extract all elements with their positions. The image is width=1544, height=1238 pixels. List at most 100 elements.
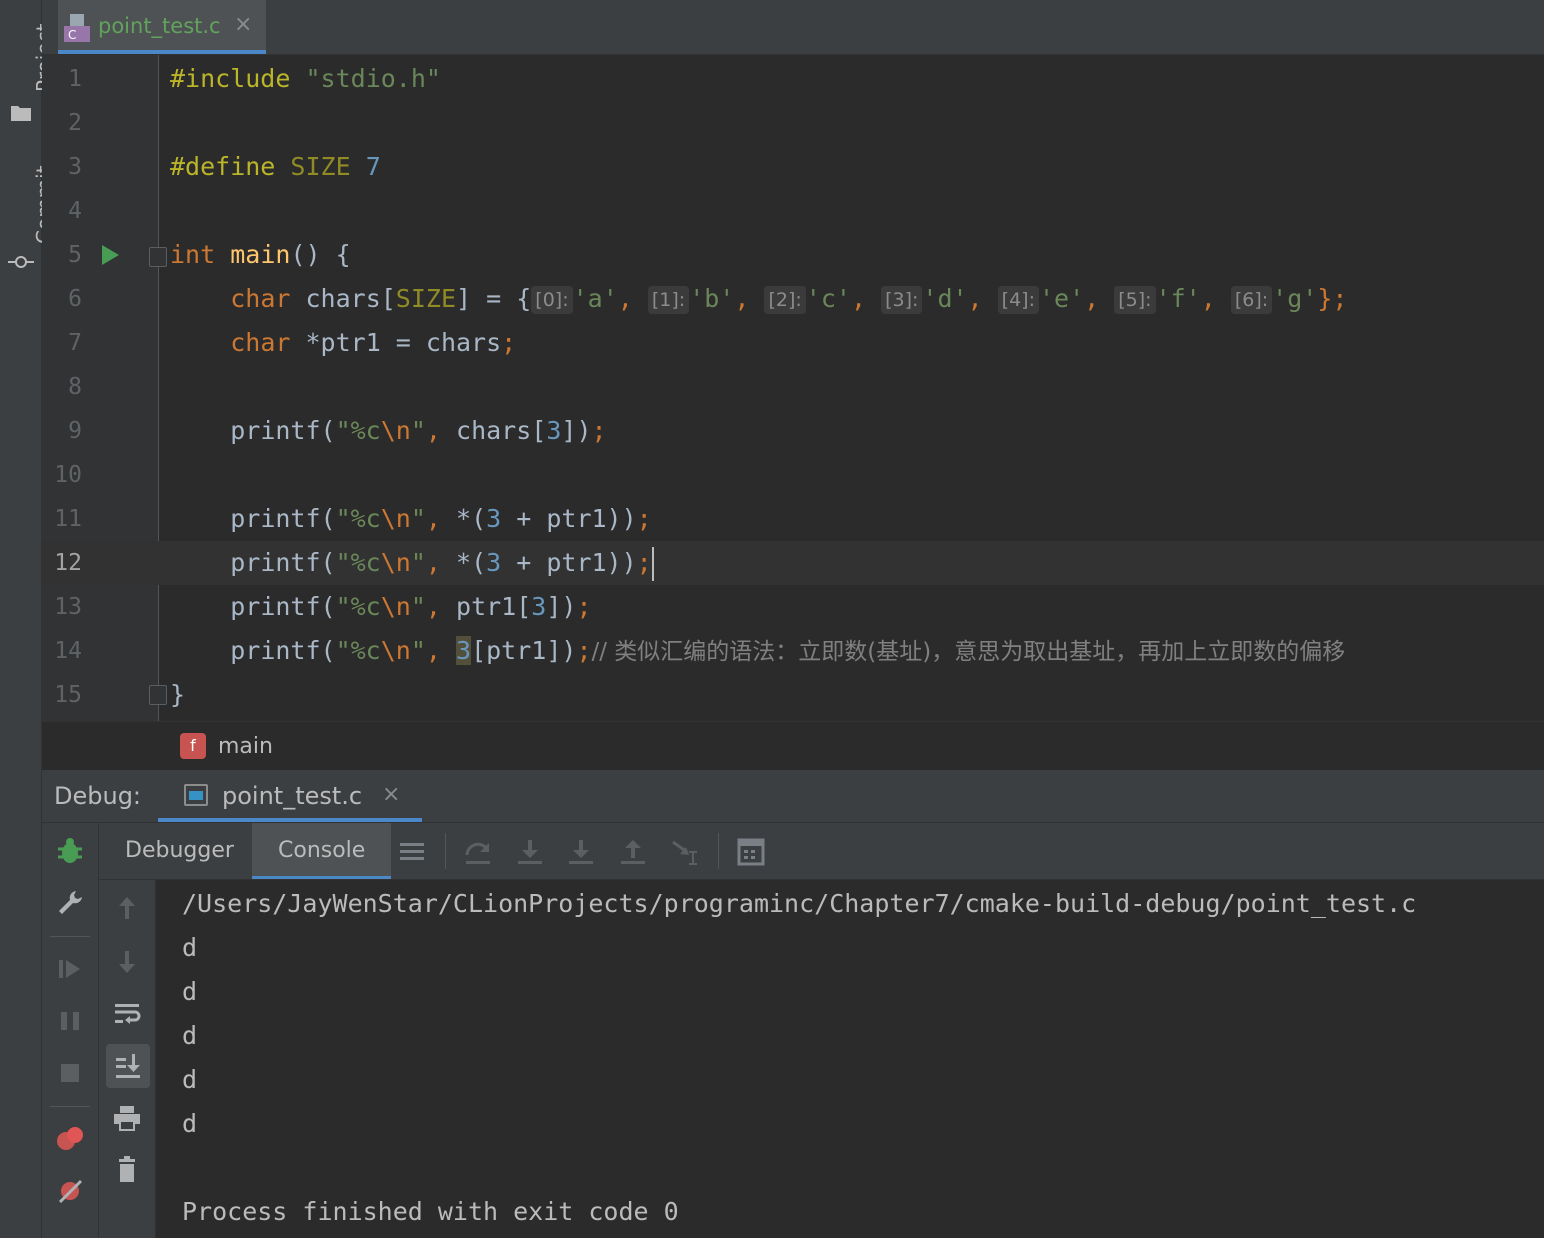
line-number: 6: [68, 286, 82, 312]
code-token: "%c: [335, 416, 381, 445]
text-caret: [651, 547, 654, 581]
view-breakpoints-icon[interactable]: [54, 1123, 86, 1155]
project-tool-tab[interactable]: Project: [0, 8, 56, 128]
editor-tab-label: point_test.c: [98, 14, 221, 38]
force-step-into-icon[interactable]: [566, 837, 596, 867]
code-token: ,: [425, 548, 457, 577]
code-token: ": [410, 416, 426, 445]
code-token: 3: [531, 592, 547, 621]
debug-session-tab[interactable]: point_test.c ×: [158, 770, 422, 822]
scroll-to-end-toggle[interactable]: [106, 1044, 150, 1088]
active-tab-indicator: [58, 50, 266, 54]
debug-actions-toolbar: [42, 823, 99, 1238]
code-token: ;: [591, 416, 607, 445]
bug-icon[interactable]: [54, 835, 86, 867]
resume-icon[interactable]: [54, 953, 86, 985]
editor-tab-bar: C point_test.c ×: [42, 0, 1544, 55]
index-hint: [6]:: [1230, 286, 1273, 314]
step-into-icon[interactable]: [515, 837, 545, 867]
code-token: *(: [456, 504, 487, 533]
code-token: [ptr1]): [471, 636, 577, 665]
code-token: 3: [546, 416, 562, 445]
fold-icon[interactable]: [149, 685, 167, 705]
run-to-cursor-icon[interactable]: [670, 837, 700, 867]
code-token: 3: [486, 504, 502, 533]
line-number: 13: [54, 594, 82, 620]
code-token: + ptr1)): [501, 548, 637, 577]
code-line: 10: [42, 453, 1544, 497]
code-line: 9 printf("%c\n", chars[3]);: [42, 409, 1544, 453]
line-number: 4: [68, 198, 82, 224]
up-arrow-icon[interactable]: [111, 892, 143, 924]
run-gutter-icon[interactable]: [102, 245, 119, 265]
line-number: 5: [68, 242, 82, 268]
svg-text:C: C: [68, 28, 76, 42]
toolbar-divider: [50, 936, 90, 937]
code-line: 4: [42, 189, 1544, 233]
code-token: 'e': [1038, 284, 1085, 313]
step-out-icon[interactable]: [618, 837, 648, 867]
step-over-icon[interactable]: [463, 837, 493, 867]
code-token: chars[: [456, 416, 547, 445]
console-actions-toolbar: [99, 880, 156, 1238]
code-token: 'a': [572, 284, 618, 313]
code-token: ptr1[: [456, 592, 532, 621]
close-session-icon[interactable]: ×: [382, 782, 400, 807]
breadcrumb-function[interactable]: main: [218, 734, 273, 759]
console-line: d: [182, 933, 198, 962]
close-tab-icon[interactable]: ×: [234, 12, 252, 37]
print-icon[interactable]: [111, 1102, 143, 1134]
code-token: \n: [380, 636, 411, 665]
code-token: "%c: [335, 636, 381, 665]
editor-tab-point-test[interactable]: C point_test.c ×: [58, 0, 266, 54]
code-token: () {: [290, 240, 351, 269]
console-line: d: [182, 977, 198, 1006]
pause-icon[interactable]: [54, 1005, 86, 1037]
layout-menu-icon[interactable]: [397, 837, 427, 867]
soft-wrap-icon[interactable]: [111, 998, 143, 1030]
code-token: printf(: [230, 504, 336, 533]
code-token: "%c: [335, 548, 381, 577]
clear-all-icon[interactable]: [111, 1154, 143, 1186]
wrench-icon[interactable]: [54, 887, 86, 919]
index-hint: [5]:: [1114, 286, 1156, 314]
line-number: 3: [68, 154, 82, 180]
code-line: 5 int main() {: [42, 233, 1544, 277]
tab-debugger[interactable]: Debugger: [99, 823, 260, 879]
code-editor[interactable]: 1 #include "stdio.h" 2 3 #define SIZE 7 …: [42, 55, 1544, 721]
line-number: 2: [68, 110, 82, 136]
code-comment: // 类似汇编的语法：立即数(基址)，意思为取出基址，再加上立即数的偏移: [591, 639, 1346, 665]
code-token: main: [230, 240, 291, 269]
code-token: 'c': [805, 284, 851, 313]
code-token: 'd': [922, 284, 968, 313]
fold-icon[interactable]: [149, 247, 167, 267]
line-number: 8: [68, 374, 82, 400]
code-token: int: [170, 240, 216, 269]
index-hint: [0]:: [531, 286, 573, 314]
code-line: 7 char *ptr1 = chars;: [42, 321, 1544, 365]
code-token: }: [170, 680, 186, 709]
console-output[interactable]: /Users/JayWenStar/CLionProjects/programi…: [156, 880, 1544, 1238]
code-token: "%c: [335, 592, 381, 621]
index-hint: [2]:: [764, 286, 806, 314]
stop-icon[interactable]: [54, 1057, 86, 1089]
breadcrumb[interactable]: f main: [42, 721, 1544, 770]
index-hint: [1]:: [647, 286, 690, 314]
code-line: 15 }: [42, 673, 1544, 717]
evaluate-expression-icon[interactable]: [736, 837, 766, 867]
code-token: ": [410, 636, 426, 665]
c-file-icon: C: [64, 14, 90, 42]
code-token: char: [230, 284, 291, 313]
code-token: + ptr1)): [501, 504, 637, 533]
mute-breakpoints-icon[interactable]: [54, 1175, 86, 1207]
code-token: ,: [425, 416, 457, 445]
code-token: ;: [576, 592, 592, 621]
code-token: 7: [365, 152, 381, 181]
commit-tool-tab[interactable]: Commit: [0, 160, 56, 280]
tab-console[interactable]: Console: [252, 823, 392, 879]
down-arrow-icon[interactable]: [111, 946, 143, 978]
active-tab-indicator: [252, 876, 392, 879]
code-token: ": [410, 504, 426, 533]
console-line: Process finished with exit code 0: [182, 1197, 679, 1226]
console-icon: [184, 784, 208, 806]
